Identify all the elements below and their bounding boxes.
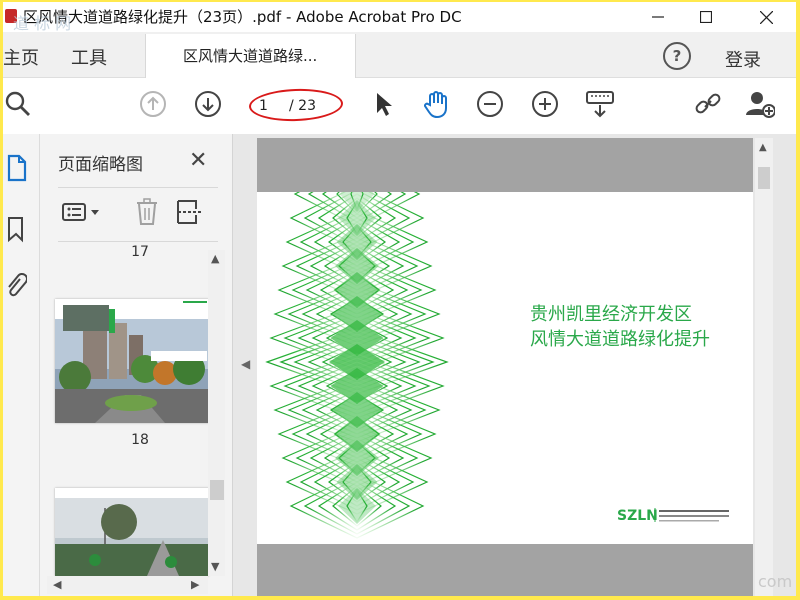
slide-title-line-2: 风情大道道路绿化提升 [530,329,710,350]
watermark-text: 道 标 网 [13,14,72,33]
company-logo: SZLN [617,508,729,524]
scroll-up-arrow-icon[interactable]: ▲ [211,252,219,265]
login-button[interactable]: 登录 [725,46,761,72]
slide-title: 贵州凯里经济开发区 风情大道道路绿化提升 [530,302,710,352]
toolbar [3,78,796,135]
green-diamond-pattern [265,161,449,539]
page-thumbnails-icon[interactable] [3,154,29,182]
doc-scroll-thumb[interactable] [758,167,770,189]
close-icon [759,10,773,24]
page-label-17: 17 [131,244,149,256]
scroll-down-arrow-icon[interactable]: ▼ [211,560,219,573]
thumbnail-page-18[interactable] [55,299,209,423]
watermark-com: com [758,572,793,591]
panel-divider [58,187,218,188]
pdf-page: SZLN [257,138,753,596]
thumbnail-options-icon[interactable] [61,200,101,224]
page-top-band [257,138,753,192]
slide-title-line-1: 贵州凯里经济开发区 [530,304,692,325]
page-up-icon[interactable] [138,89,168,119]
left-nav-rail [3,134,40,596]
scroll-thumb[interactable] [210,480,224,500]
share-link-icon[interactable] [693,89,723,119]
thumbnail-19-image [55,488,209,576]
collapse-panel-arrow-icon[interactable]: ◀ [241,357,250,371]
minimize-button[interactable] [635,2,681,32]
scroll-left-arrow-icon[interactable]: ◀ [53,578,61,591]
hand-icon[interactable] [421,89,451,119]
panel-divider [58,241,218,242]
document-tab[interactable]: 区风情大道道路绿... [145,34,356,78]
page-bottom-band [257,544,753,596]
bookmarks-icon[interactable] [3,215,29,243]
menu-tools[interactable]: 工具 [71,44,107,70]
svg-text:SZLN: SZLN [617,508,658,524]
minimize-icon [652,16,664,18]
search-icon[interactable] [3,89,33,119]
thumbnail-panel-hscrollbar[interactable]: ◀ ▶ [47,576,208,594]
document-tab-label: 区风情大道道路绿... [183,47,318,65]
diamond-fill [338,488,376,524]
maximize-icon [700,11,712,23]
delete-page-icon[interactable] [134,197,160,227]
doc-scroll-up-arrow-icon[interactable]: ▲ [759,142,767,153]
thumbnail-18-image [55,299,209,423]
document-scrollbar[interactable]: ▲ [755,138,773,596]
maximize-button[interactable] [683,2,729,32]
page-label-18: 18 [131,432,149,448]
select-arrow-icon[interactable] [367,89,397,119]
zoom-in-icon[interactable] [530,89,560,119]
scroll-right-arrow-icon[interactable]: ▶ [191,578,199,591]
zoom-out-icon[interactable] [475,89,505,119]
extract-page-icon[interactable] [175,197,205,227]
attachments-icon[interactable] [3,272,29,300]
window-title: 区风情大道道路绿化提升（23页）.pdf - Adobe Acrobat Pro… [23,8,462,26]
panel-title: 页面缩略图 [58,155,143,175]
add-user-icon[interactable] [745,89,775,119]
help-icon[interactable]: ? [663,42,691,70]
panel-close-icon[interactable]: ✕ [189,148,207,173]
keyboard-icon[interactable] [585,89,615,119]
thumbnail-panel-scrollbar[interactable]: ▲ ▼ [208,250,225,576]
page-down-icon[interactable] [193,89,223,119]
close-window-button[interactable] [743,2,789,32]
menu-home[interactable]: 主页 [3,44,39,70]
thumbnail-page-19[interactable] [55,488,209,576]
